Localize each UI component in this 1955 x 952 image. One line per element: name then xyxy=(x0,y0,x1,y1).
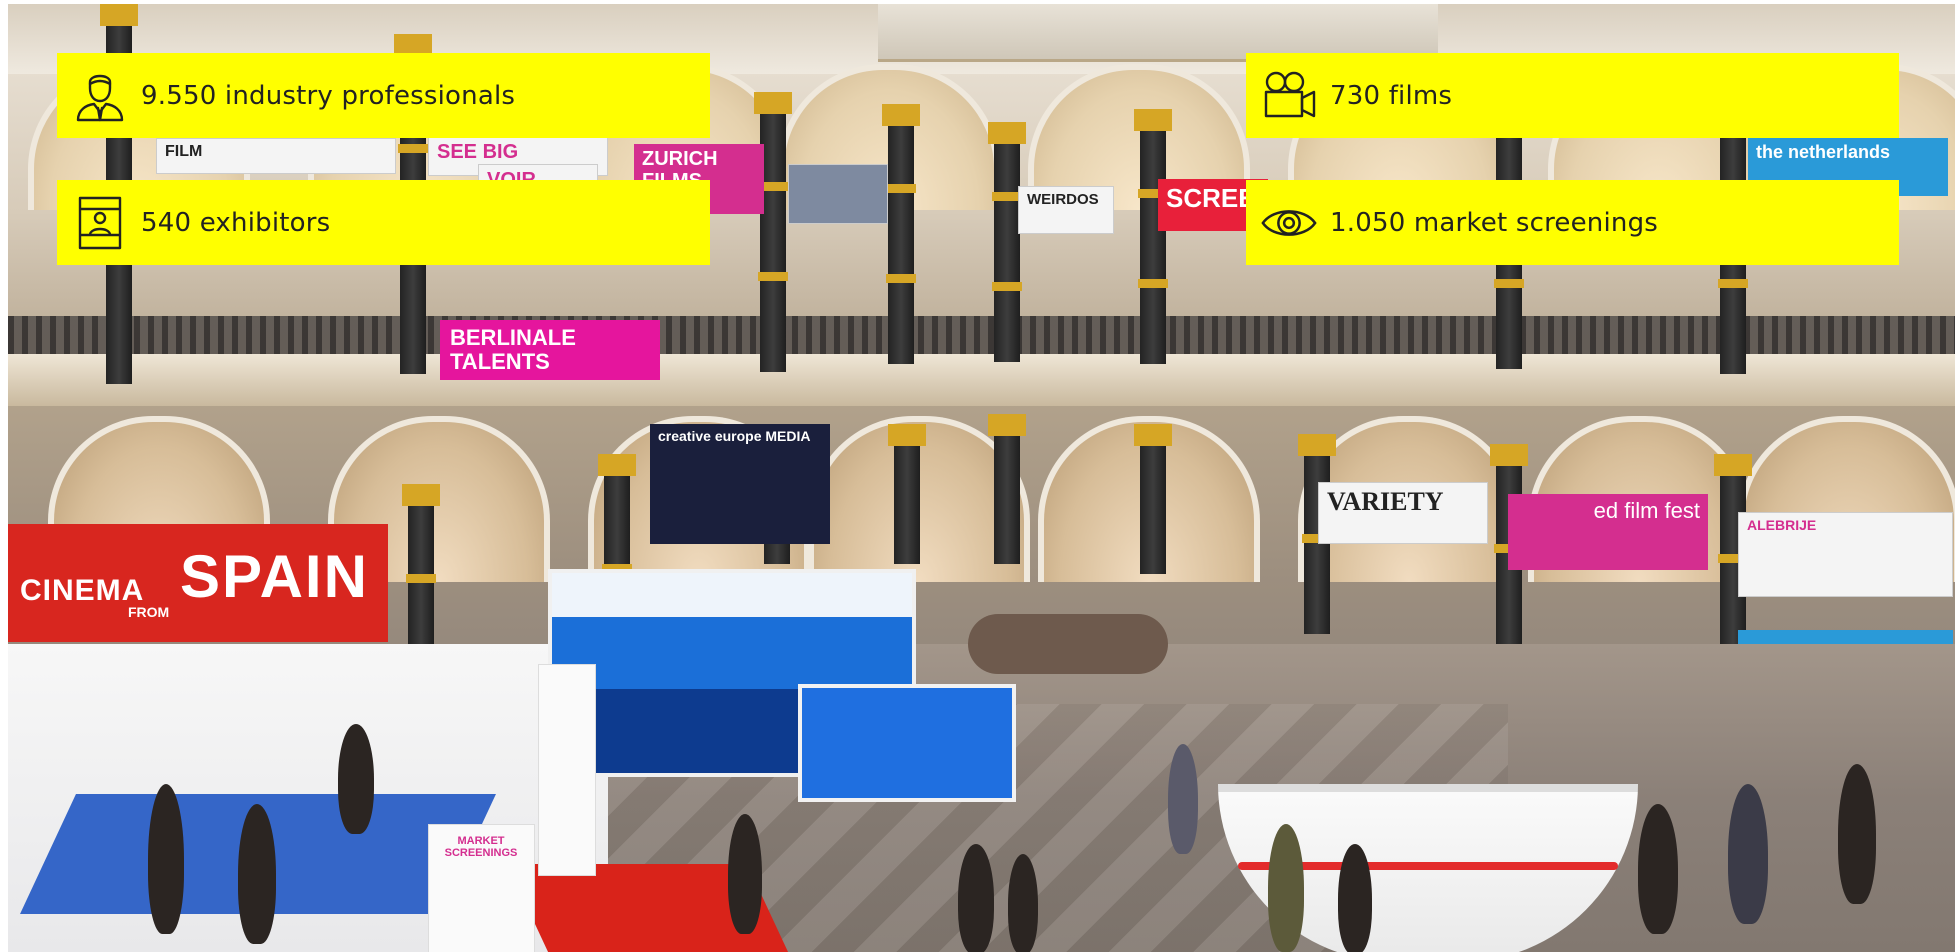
person xyxy=(1728,784,1768,924)
blue-glass-booth xyxy=(798,684,1016,802)
person xyxy=(1838,764,1876,904)
stat-films-label: 730 films xyxy=(1330,80,1453,111)
berlinale-talents-banner: BERLINALE TALENTS xyxy=(440,320,660,380)
market-hall-photo: FILM SEE BIG VOIR ZURICH FILMS WEIRDOS S… xyxy=(8,4,1955,952)
variety-banner: VARIETY xyxy=(1318,482,1488,544)
person xyxy=(1168,744,1198,854)
stat-screenings: 1.050 market screenings xyxy=(1246,180,1899,265)
stat-professionals: 9.550 industry professionals xyxy=(57,53,710,138)
stat-films: 730 films xyxy=(1246,53,1899,138)
pillar xyxy=(1134,109,1172,364)
exhibitor-booth-icon xyxy=(71,194,129,252)
market-screenings-text: MARKET SCREENINGS xyxy=(444,835,518,859)
stat-exhibitors-label: 540 exhibitors xyxy=(141,207,331,238)
person xyxy=(958,844,994,952)
pillar xyxy=(888,424,926,564)
pillar xyxy=(754,92,792,372)
from-text: FROM xyxy=(128,604,170,620)
poster-banner xyxy=(788,164,888,224)
stat-exhibitors: 540 exhibitors xyxy=(57,180,710,265)
balcony-railing xyxy=(8,316,1955,354)
stat-screenings-label: 1.050 market screenings xyxy=(1330,207,1659,238)
eye-icon xyxy=(1260,194,1318,252)
creative-europe-banner: creative europe MEDIA xyxy=(650,424,830,544)
person xyxy=(1638,804,1678,934)
pillar xyxy=(1134,424,1172,574)
seated-crowd xyxy=(968,614,1168,674)
spain-text: SPAIN xyxy=(180,543,369,610)
cinema-from-spain-sign: CINEMA FROM SPAIN xyxy=(8,524,388,642)
cinema-text: CINEMA xyxy=(20,574,145,607)
film-banner: FILM xyxy=(156,138,396,174)
person xyxy=(1338,844,1372,952)
person xyxy=(238,804,276,944)
ed-film-fest-banner: ed film fest xyxy=(1508,494,1708,570)
stat-professionals-label: 9.550 industry professionals xyxy=(141,80,516,111)
person xyxy=(1268,824,1304,952)
pillar xyxy=(988,414,1026,564)
person xyxy=(1008,854,1038,952)
gallery-ledge xyxy=(8,354,1955,406)
market-screenings-pillar: MARKET SCREENINGS xyxy=(428,824,535,952)
person xyxy=(148,784,184,934)
person xyxy=(728,814,762,934)
pillar xyxy=(988,122,1026,362)
person xyxy=(338,724,374,834)
display-tower xyxy=(538,664,596,876)
pillar xyxy=(882,104,920,364)
film-camera-icon xyxy=(1260,67,1318,125)
alebrije-banner: ALEBRIJE xyxy=(1738,512,1953,597)
weirdos-banner: WEIRDOS xyxy=(1018,186,1114,234)
person-icon xyxy=(71,67,129,125)
